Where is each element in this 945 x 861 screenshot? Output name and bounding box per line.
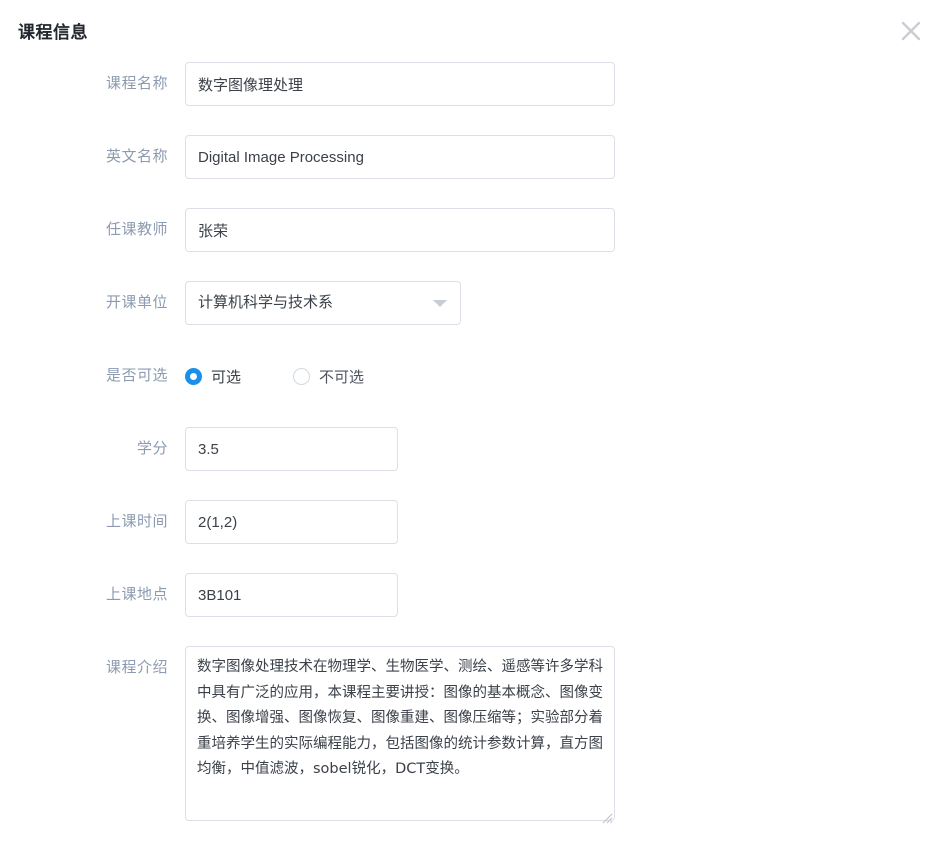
dialog-header: 课程信息 — [0, 0, 945, 62]
credit-label: 学分 — [136, 440, 168, 457]
english-name-input[interactable] — [185, 135, 615, 179]
intro-control — [185, 646, 615, 826]
course-name-input[interactable] — [185, 62, 615, 106]
form-row-teacher: 任课教师 — [0, 208, 945, 281]
radio-icon-unchecked — [293, 367, 311, 385]
form-row-class-time: 上课时间 — [0, 500, 945, 573]
department-select[interactable]: 计算机科学与技术系 — [185, 281, 461, 325]
page-title: 课程信息 — [18, 23, 88, 42]
radio-option-not-selectable-label: 不可选 — [319, 368, 365, 386]
form-row-credit: 学分 — [0, 427, 945, 500]
form-row-english-name: 英文名称 — [0, 135, 945, 208]
teacher-control — [185, 208, 615, 252]
department-control: 计算机科学与技术系 — [185, 281, 461, 325]
class-place-control — [185, 573, 398, 617]
credit-input[interactable] — [185, 427, 398, 471]
form-row-course-name: 课程名称 — [0, 62, 945, 135]
class-time-label: 上课时间 — [105, 513, 168, 530]
radio-option-selectable-label: 可选 — [211, 368, 242, 386]
english-name-control — [185, 135, 615, 179]
department-select-value[interactable]: 计算机科学与技术系 — [185, 281, 461, 325]
optional-control: 可选 不可选 — [185, 354, 416, 398]
radio-option-not-selectable[interactable]: 不可选 — [293, 366, 364, 387]
intro-textarea-wrap — [185, 646, 615, 826]
department-label: 开课单位 — [105, 294, 168, 311]
class-time-control — [185, 500, 398, 544]
form-row-department: 开课单位 计算机科学与技术系 — [0, 281, 945, 354]
teacher-label: 任课教师 — [105, 221, 168, 238]
class-place-label: 上课地点 — [105, 586, 168, 603]
optional-label: 是否可选 — [105, 367, 168, 384]
english-name-label: 英文名称 — [105, 148, 168, 165]
close-button[interactable] — [897, 17, 925, 45]
optional-radio-group: 可选 不可选 — [185, 354, 416, 398]
close-icon — [898, 18, 924, 44]
class-time-input[interactable] — [185, 500, 398, 544]
credit-control — [185, 427, 398, 471]
teacher-input[interactable] — [185, 208, 615, 252]
course-name-label: 课程名称 — [105, 75, 168, 92]
radio-option-selectable[interactable]: 可选 — [185, 366, 241, 387]
course-info-form: 课程名称 英文名称 任课教师 开课单位 计算机科学与技术系 是否可选 — [0, 62, 945, 826]
form-row-class-place: 上课地点 — [0, 573, 945, 646]
form-row-optional: 是否可选 可选 不可选 — [0, 354, 945, 427]
form-row-intro: 课程介绍 — [0, 646, 945, 826]
course-name-control — [185, 62, 615, 106]
intro-label: 课程介绍 — [105, 659, 168, 676]
class-place-input[interactable] — [185, 573, 398, 617]
intro-textarea[interactable] — [185, 646, 615, 821]
radio-icon-checked — [185, 367, 202, 385]
